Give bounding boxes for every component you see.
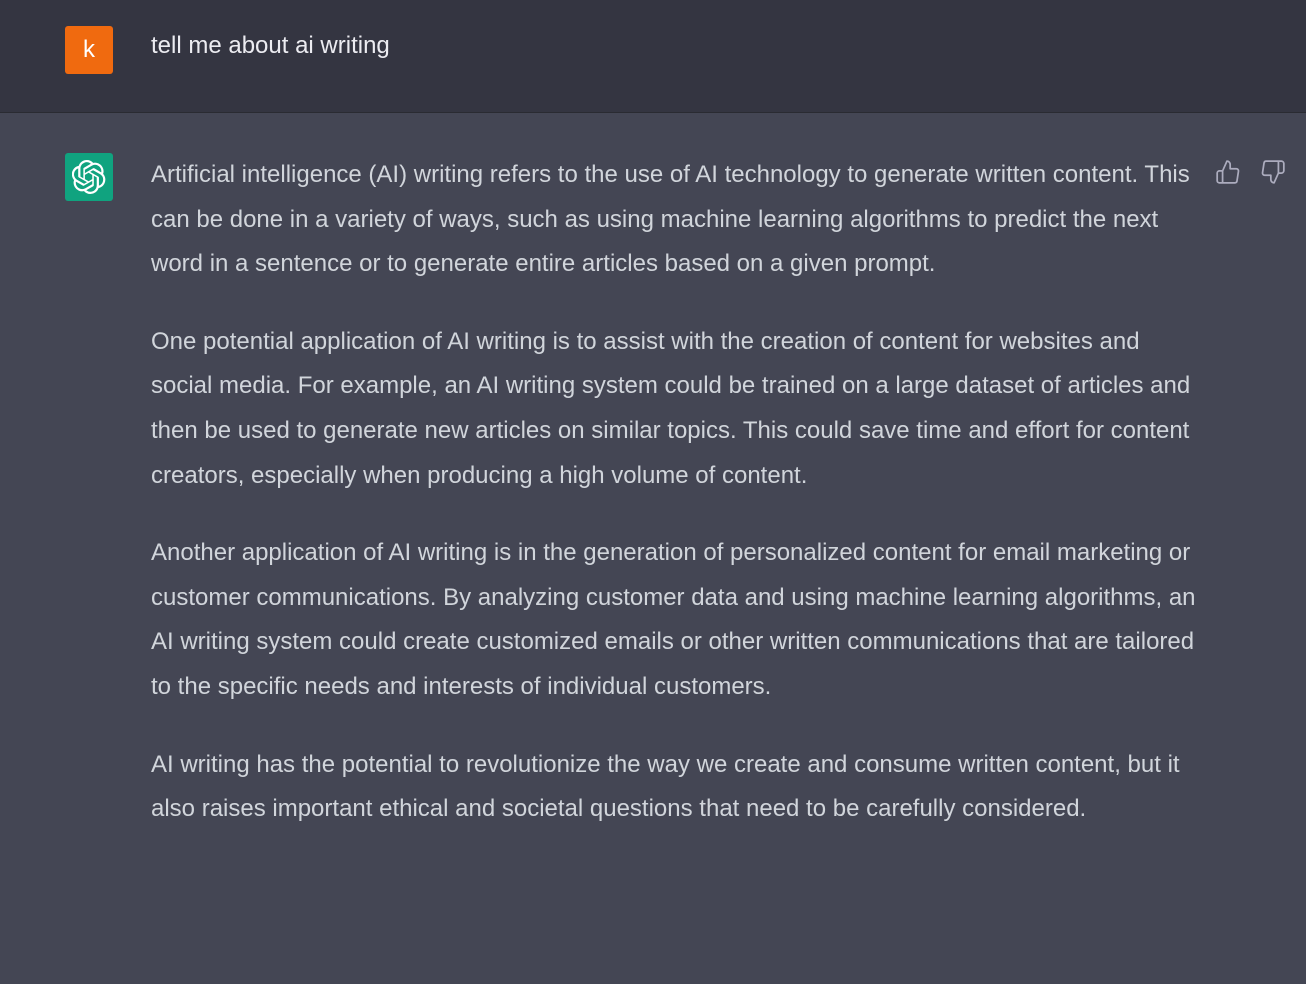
thumbs-up-icon (1216, 160, 1240, 184)
assistant-avatar (65, 153, 113, 201)
assistant-response: Artificial intelligence (AI) writing ref… (151, 153, 1196, 865)
thumbs-down-icon (1261, 160, 1285, 184)
user-avatar: k (65, 26, 113, 74)
user-message-text: tell me about ai writing (151, 32, 390, 59)
response-paragraph-4: AI writing has the potential to revoluti… (151, 750, 1180, 823)
thumbs-up-button[interactable] (1213, 157, 1243, 187)
user-avatar-letter: k (83, 36, 95, 63)
thumbs-down-button[interactable] (1258, 157, 1288, 187)
response-paragraph-1: Artificial intelligence (AI) writing ref… (151, 161, 1190, 278)
response-paragraph-2: One potential application of AI writing … (151, 327, 1191, 489)
assistant-message-row: Artificial intelligence (AI) writing ref… (0, 113, 1306, 984)
openai-logo-icon (72, 160, 106, 194)
user-message-row: k tell me about ai writing (0, 0, 1306, 113)
response-paragraph-3: Another application of AI writing is in … (151, 539, 1196, 700)
